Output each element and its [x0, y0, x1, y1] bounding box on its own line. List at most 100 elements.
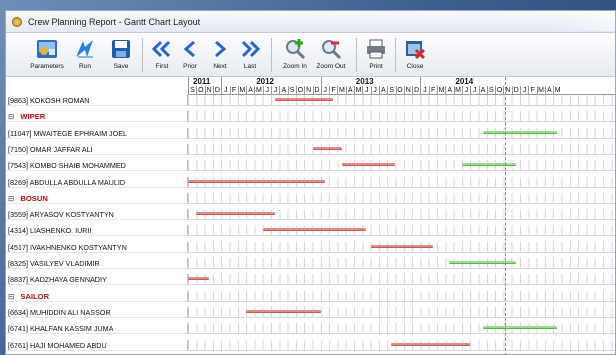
assignment-bar[interactable] [370, 244, 433, 248]
group-row[interactable]: ⊟ SAILOR [6, 290, 615, 302]
parameters-button[interactable]: Parameters [28, 36, 66, 70]
month-label: F [528, 86, 536, 95]
month-label: D [212, 86, 220, 95]
assignment-bar[interactable] [275, 98, 334, 101]
crew-row[interactable]: [11047] MWAITEGE EPHRAIM JOEL [6, 127, 615, 139]
zoom-out-button[interactable]: Zoom Out [312, 36, 350, 70]
month-label: J [420, 86, 428, 95]
crew-row[interactable]: [4517] IVAKHNENKO KOSTYANTYN [6, 241, 615, 253]
assignment-bar[interactable] [196, 212, 276, 216]
printer-icon [365, 36, 387, 62]
month-label: O [196, 86, 204, 95]
month-label: J [461, 86, 470, 95]
year-label: 2013 [320, 77, 374, 86]
close-button[interactable]: Close [402, 36, 428, 70]
assignment-bar[interactable] [341, 163, 396, 167]
next-button[interactable]: Next [205, 36, 235, 70]
group-row[interactable]: ⊟ WIPER [6, 111, 615, 123]
month-label: O [495, 86, 503, 95]
crew-label: [8837] KADZHAYA GENNADIY [6, 274, 188, 286]
crew-row[interactable]: [8837] KADZHAYA GENNADIY [6, 274, 615, 286]
crew-row[interactable]: [8269] ABDULLA ABDULLA MAULID [6, 176, 615, 188]
crew-row[interactable]: [6741] KHALFAN KASSIM JUMA [6, 323, 615, 335]
month-label: J [470, 86, 478, 95]
month-label: M [354, 86, 362, 95]
assignment-bar[interactable] [461, 163, 516, 167]
double-chevron-left-icon [150, 36, 174, 62]
collapse-icon[interactable]: ⊟ [8, 194, 14, 203]
crew-label: [8325] VASILYEV VLADIMIR [6, 258, 188, 269]
zoom-in-button[interactable]: Zoom In [278, 36, 312, 70]
group-label[interactable]: ⊟ SAILOR [6, 290, 188, 302]
timeline-cells [188, 143, 615, 155]
crew-label: [11047] MWAITEGE EPHRAIM JOEL [6, 127, 188, 139]
month-label: D [412, 86, 420, 95]
crew-label: [7543] KOMBO SHAIB MOHAMMED [6, 160, 188, 172]
title-bar: Crew Planning Report - Gantt Chart Layou… [6, 11, 615, 33]
group-label[interactable]: ⊟ WIPER [6, 111, 188, 123]
month-label: F [229, 86, 238, 95]
timeline-cells [188, 290, 615, 302]
chevron-left-icon [180, 36, 200, 62]
month-label: S [188, 86, 196, 95]
timeline-cells [188, 209, 615, 221]
timeline-cells [188, 225, 615, 237]
zoom-in-icon [283, 36, 307, 62]
month-label: J [370, 86, 379, 95]
assignment-bar[interactable] [262, 228, 367, 232]
assignment-bar[interactable] [246, 309, 321, 313]
collapse-icon[interactable]: ⊟ [8, 112, 14, 121]
group-label[interactable]: ⊟ BOSUN [6, 192, 188, 204]
month-label: M [553, 86, 561, 95]
month-header: SONDJFMAMJJASONDJFMAMJJASONDJFMAMJJASOND… [188, 86, 615, 95]
crew-row[interactable]: [6761] HAJI MOHAMED ABDU [6, 339, 615, 351]
crew-label: [6634] MUHIDDIN ALI NASSOR [6, 306, 188, 318]
month-label: M [437, 86, 445, 95]
assignment-bar[interactable] [312, 146, 342, 150]
month-label: J [520, 86, 528, 95]
month-label: J [320, 86, 329, 95]
prior-button[interactable]: Prior [175, 36, 205, 70]
assignment-bar[interactable] [482, 130, 558, 134]
crew-row[interactable]: [9863] KOKOSH ROMAN [6, 95, 615, 106]
group-row[interactable]: ⊟ BOSUN [6, 192, 615, 204]
print-button[interactable]: Print [363, 36, 389, 70]
month-label: A [279, 86, 287, 95]
report-window: Crew Planning Report - Gantt Chart Layou… [5, 10, 616, 355]
crew-row[interactable]: [8325] VASILYEV VLADIMIR [6, 258, 615, 269]
toolbar-separator [395, 38, 396, 72]
crew-row[interactable]: [7543] KOMBO SHAIB MOHAMMED [6, 160, 615, 172]
month-label: O [295, 86, 304, 95]
parameters-icon [35, 36, 59, 62]
crew-row[interactable]: [4314] LIASHENKO. IURII [6, 225, 615, 237]
crew-row[interactable]: [3559] ARYASOV KOSTYANTYN [6, 209, 615, 221]
save-button[interactable]: Save [106, 36, 136, 70]
year-label: 2011 [188, 77, 210, 86]
group-name: SAILOR [20, 291, 50, 301]
group-name: WIPER [20, 112, 46, 122]
crew-label: [4517] IVAKHNENKO KOSTYANTYN [6, 241, 188, 253]
timeline-cells [188, 176, 615, 188]
timeline-cells [188, 339, 615, 351]
assignment-bar[interactable] [188, 277, 209, 281]
run-button[interactable]: Run [70, 36, 100, 70]
assignment-bar[interactable] [188, 179, 325, 183]
crew-row[interactable]: [6634] MUHIDDIN ALI NASSOR [6, 306, 615, 318]
first-button[interactable]: First [149, 36, 175, 70]
assignment-bar[interactable] [391, 342, 471, 346]
month-label: A [345, 86, 354, 95]
month-label: A [246, 86, 254, 95]
month-label: F [329, 86, 337, 95]
month-label: M [337, 86, 345, 95]
month-label: D [511, 86, 519, 95]
last-button[interactable]: Last [235, 36, 265, 70]
toolbar: Parameters Run Save First Prior Next Las… [6, 33, 615, 77]
timeline-cells [188, 258, 615, 269]
crew-row[interactable]: [7150] OMAR JAFFAR ALI [6, 143, 615, 155]
month-label: S [287, 86, 296, 95]
assignment-bar[interactable] [482, 326, 558, 330]
toolbar-separator [356, 38, 357, 72]
collapse-icon[interactable]: ⊟ [8, 292, 14, 301]
window-edge-glow [555, 11, 615, 31]
double-chevron-right-icon [238, 36, 262, 62]
